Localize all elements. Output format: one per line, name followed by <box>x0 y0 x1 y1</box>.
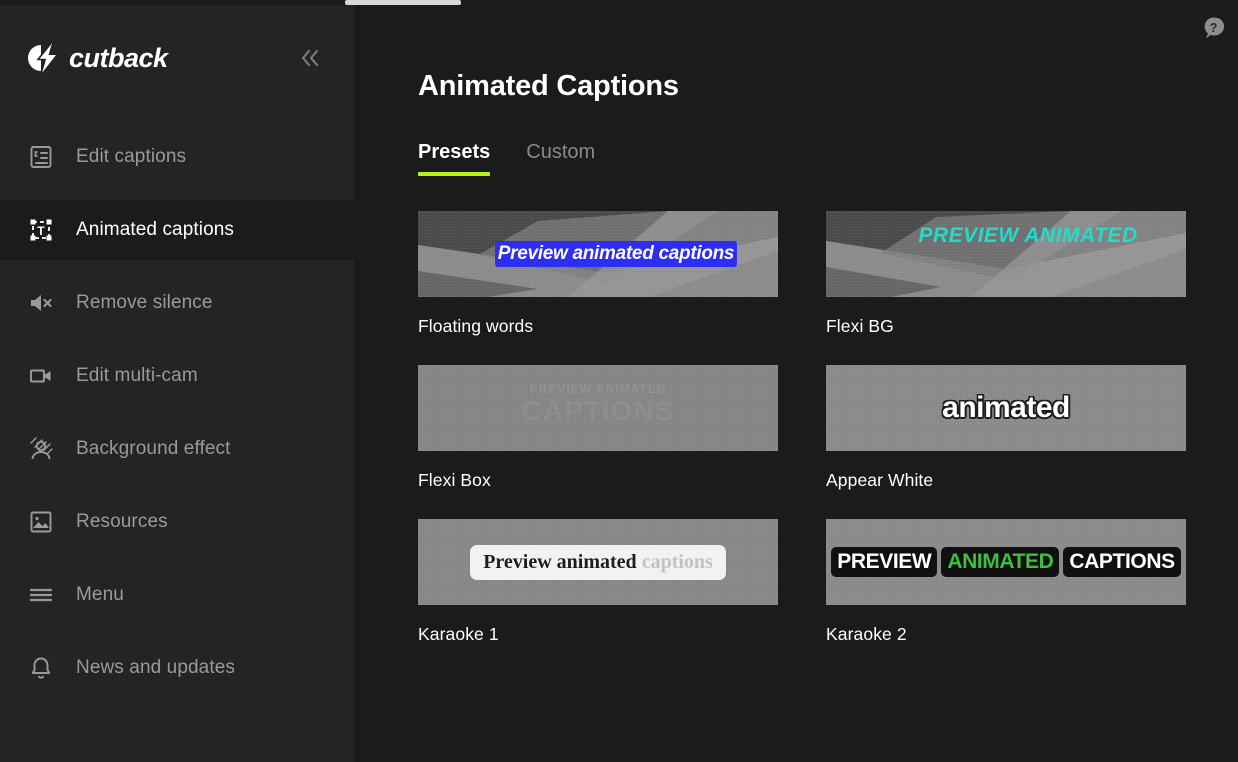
preset-thumbnail[interactable]: PREVIEW ANIMATED <box>826 211 1186 297</box>
caption-preview: PREVIEW ANIMATED CAPTIONS <box>418 365 778 451</box>
hamburger-menu-icon <box>26 580 56 610</box>
video-camera-icon <box>26 361 56 391</box>
sidebar-item-label: Remove silence <box>76 292 213 313</box>
presets-grid: Preview animated captions Floating words <box>418 211 1238 645</box>
preset-card-flexi-box[interactable]: PREVIEW ANIMATED CAPTIONS Flexi Box <box>418 365 778 491</box>
sidebar: cutback Edit captions T Animated caption… <box>0 0 354 762</box>
caption-preview: animated <box>826 365 1186 451</box>
karaoke-unsung-text: captions <box>636 550 713 573</box>
preset-name: Appear White <box>826 470 934 490</box>
page-title: Animated Captions <box>418 70 679 102</box>
sidebar-nav: Edit captions T Animated captions Remove… <box>0 127 354 698</box>
preset-preview-text: animated <box>942 391 1070 424</box>
sidebar-collapse-button[interactable] <box>294 41 328 75</box>
caption-preview: PREVIEW ANIMATED <box>826 211 1186 297</box>
sidebar-item-remove-silence[interactable]: Remove silence <box>0 273 354 333</box>
help-button[interactable]: ? <box>1199 13 1229 43</box>
brand-logo[interactable]: cutback <box>26 43 168 74</box>
sidebar-item-label: Animated captions <box>76 219 235 240</box>
mute-speaker-icon <box>26 288 56 318</box>
svg-text:T: T <box>37 224 45 238</box>
sidebar-item-edit-captions[interactable]: Edit captions <box>0 127 354 187</box>
sidebar-item-label: Background effect <box>76 438 231 459</box>
preset-name: Flexi Box <box>418 470 491 490</box>
preset-card-karaoke-1[interactable]: Preview animated captions Karaoke 1 <box>418 519 778 645</box>
preset-thumbnail[interactable]: animated <box>826 365 1186 451</box>
sidebar-item-label: Resources <box>76 511 168 532</box>
sidebar-item-label: News and updates <box>76 657 235 678</box>
bell-icon <box>26 653 56 683</box>
sidebar-item-label: Edit captions <box>76 146 187 167</box>
top-scrollbar[interactable] <box>0 0 1238 5</box>
sidebar-item-background-effect[interactable]: Background effect <box>0 419 354 479</box>
sidebar-item-edit-multi-cam[interactable]: Edit multi-cam <box>0 346 354 406</box>
scrollbar-thumb[interactable] <box>345 0 461 5</box>
sidebar-item-resources[interactable]: Resources <box>0 492 354 552</box>
preset-card-flexi-bg[interactable]: PREVIEW ANIMATED Flexi BG <box>826 211 1186 337</box>
preview-line-2: CAPTIONS <box>521 394 675 426</box>
text-box-icon: T <box>26 215 56 245</box>
preset-card-appear-white[interactable]: animated Appear White <box>826 365 1186 491</box>
svg-text:?: ? <box>1210 21 1218 35</box>
preset-thumbnail[interactable]: Preview animated captions <box>418 211 778 297</box>
preset-name: Flexi BG <box>826 316 894 336</box>
sidebar-item-label: Edit multi-cam <box>76 365 198 386</box>
person-background-icon <box>26 434 56 464</box>
preset-card-karaoke-2[interactable]: PREVIEW ANIMATED CAPTIONS Karaoke 2 <box>826 519 1186 645</box>
preview-line-1: PREVIEW ANIMATED <box>529 382 667 396</box>
tab-presets[interactable]: Presets <box>418 141 491 176</box>
preset-preview-text: PREVIEW ANIMATED CAPTIONS <box>831 547 1181 577</box>
preset-preview-text: Preview animated captions <box>470 544 726 580</box>
tab-custom[interactable]: Custom <box>526 141 595 176</box>
sidebar-item-animated-captions[interactable]: T Animated captions <box>0 200 354 260</box>
preset-thumbnail[interactable]: PREVIEW ANIMATED CAPTIONS <box>418 365 778 451</box>
sidebar-item-label: Menu <box>76 584 124 605</box>
question-mark-bubble-icon: ? <box>1204 17 1225 39</box>
preset-thumbnail[interactable]: Preview animated captions <box>418 519 778 605</box>
caption-preview: Preview animated captions <box>418 211 778 297</box>
karaoke-word-3: CAPTIONS <box>1063 547 1181 577</box>
image-icon <box>26 507 56 537</box>
preset-preview-text: Preview animated captions <box>494 241 738 267</box>
preset-card-floating-words[interactable]: Preview animated captions Floating words <box>418 211 778 337</box>
sidebar-item-menu[interactable]: Menu <box>0 565 354 625</box>
sidebar-header: cutback <box>0 5 354 111</box>
karaoke-word-2-highlighted: ANIMATED <box>941 547 1060 577</box>
karaoke-sung-text: Preview animated <box>483 550 637 573</box>
preset-name: Karaoke 2 <box>826 624 907 644</box>
edit-captions-icon <box>26 142 56 172</box>
lightning-bolt-circle-icon <box>28 43 56 73</box>
preset-preview-text: PREVIEW ANIMATED <box>918 224 1138 247</box>
sidebar-item-news-and-updates[interactable]: News and updates <box>0 638 354 698</box>
karaoke-word-1: PREVIEW <box>831 547 938 577</box>
preset-name: Karaoke 1 <box>418 624 499 644</box>
chevron-double-left-icon <box>301 49 319 67</box>
caption-preview: PREVIEW ANIMATED CAPTIONS <box>826 519 1186 605</box>
tab-bar: Presets Custom <box>418 141 1238 176</box>
preset-thumbnail[interactable]: PREVIEW ANIMATED CAPTIONS <box>826 519 1186 605</box>
app-window: cutback Edit captions T Animated caption… <box>0 0 1238 762</box>
caption-preview: Preview animated captions <box>418 519 778 605</box>
preset-preview-text: PREVIEW ANIMATED CAPTIONS <box>522 383 675 425</box>
main-content: ? Animated Captions Presets Custom Previ… <box>354 0 1238 762</box>
preset-name: Floating words <box>418 316 534 336</box>
brand-name: cutback <box>69 42 168 73</box>
